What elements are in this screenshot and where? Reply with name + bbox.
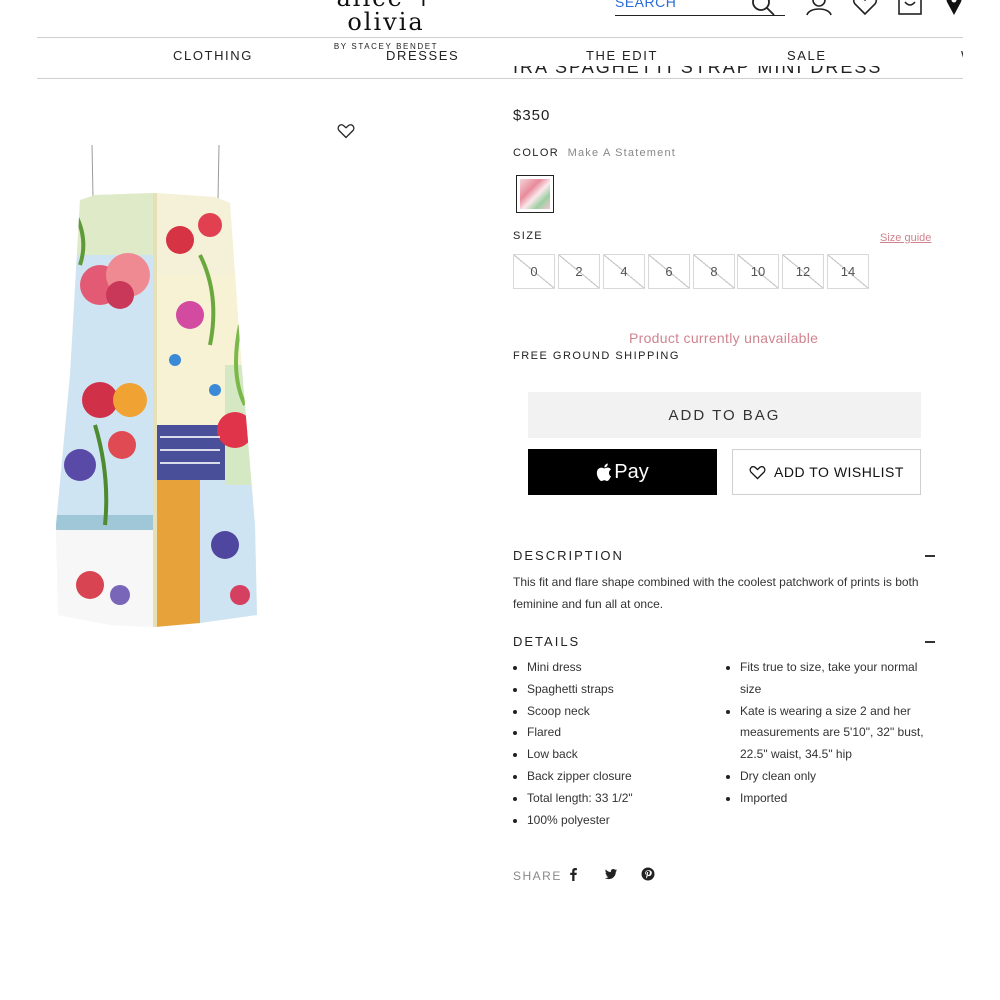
details-collapse-toggle[interactable] xyxy=(925,641,935,643)
color-swatch[interactable] xyxy=(516,175,554,213)
location-pin-icon[interactable] xyxy=(944,0,964,16)
size-option-14[interactable]: 14 xyxy=(827,254,869,289)
list-item: Scoop neck xyxy=(513,701,703,723)
details-list-left: Mini dress Spaghetti straps Scoop neck F… xyxy=(513,657,703,831)
account-icon[interactable] xyxy=(806,0,832,16)
add-to-bag-button[interactable]: ADD TO BAG xyxy=(528,392,921,438)
logo-wordmark: alice + olivia xyxy=(336,0,433,36)
color-swatch-pattern xyxy=(520,179,550,209)
size-option-0[interactable]: 0 xyxy=(513,254,555,289)
search-bar[interactable] xyxy=(615,0,785,16)
search-input[interactable] xyxy=(615,0,745,10)
list-item: Mini dress xyxy=(513,657,703,679)
size-option-12[interactable]: 12 xyxy=(782,254,824,289)
size-option-8[interactable]: 8 xyxy=(693,254,735,289)
favorite-heart-icon[interactable] xyxy=(337,123,355,139)
size-option-6[interactable]: 6 xyxy=(648,254,690,289)
size-option-2[interactable]: 2 xyxy=(558,254,600,289)
color-value: Make A Statement xyxy=(567,147,677,159)
color-row: COLOR Make A Statement xyxy=(513,147,676,159)
shipping-note: FREE GROUND SHIPPING xyxy=(513,350,680,362)
product-title: IRA SPAGHETTI STRAP MINI DRESS xyxy=(513,66,882,82)
search-icon[interactable] xyxy=(751,0,775,16)
size-label: SIZE xyxy=(513,230,544,242)
list-item: Imported xyxy=(726,788,938,810)
size-guide-link[interactable]: Size guide xyxy=(880,232,931,244)
list-item: Spaghetti straps xyxy=(513,679,703,701)
list-item: Total length: 33 1/2" xyxy=(513,788,703,810)
description-heading[interactable]: DESCRIPTION xyxy=(513,548,624,563)
list-item: Fits true to size, take your normal size xyxy=(726,657,938,701)
unavailable-message: Product currently unavailable xyxy=(629,330,819,346)
heart-outline-icon xyxy=(749,465,766,480)
product-image[interactable] xyxy=(50,145,265,630)
list-item: Kate is wearing a size 2 and her measure… xyxy=(726,701,938,766)
nav-w-truncated[interactable]: W xyxy=(961,48,963,63)
shopping-bag-icon[interactable] xyxy=(897,0,923,16)
details-heading[interactable]: DETAILS xyxy=(513,634,580,649)
apple-pay-label: Pay xyxy=(614,460,649,483)
size-option-10[interactable]: 10 xyxy=(737,254,779,289)
nav-the-edit[interactable]: THE EDIT xyxy=(586,48,658,63)
list-item: Low back xyxy=(513,744,703,766)
nav-clothing[interactable]: CLOTHING xyxy=(173,48,253,63)
twitter-icon[interactable] xyxy=(604,867,618,881)
facebook-icon[interactable] xyxy=(568,867,578,881)
list-item: 100% polyester xyxy=(513,810,703,832)
add-to-wishlist-button[interactable]: ADD TO WISHLIST xyxy=(732,449,921,495)
color-label: COLOR xyxy=(513,147,560,159)
details-list-right: Fits true to size, take your normal size… xyxy=(726,657,938,810)
add-to-wishlist-label: ADD TO WISHLIST xyxy=(774,464,904,480)
share-label: SHARE xyxy=(513,869,562,883)
heart-icon[interactable] xyxy=(852,0,878,16)
list-item: Flared xyxy=(513,722,703,744)
list-item: Back zipper closure xyxy=(513,766,703,788)
product-price: $350 xyxy=(513,107,551,124)
list-item: Dry clean only xyxy=(726,766,938,788)
nav-sale[interactable]: SALE xyxy=(787,48,827,63)
apple-pay-button[interactable]: Pay xyxy=(528,449,717,495)
apple-logo-icon xyxy=(597,463,612,481)
product-title-text: IRA SPAGHETTI STRAP MINI DRESS xyxy=(513,66,883,77)
description-collapse-toggle[interactable] xyxy=(925,555,935,557)
pinterest-icon[interactable] xyxy=(641,867,655,881)
nav-dresses[interactable]: DRESSES xyxy=(386,48,459,63)
description-text: This fit and flare shape combined with t… xyxy=(513,575,919,611)
size-option-4[interactable]: 4 xyxy=(603,254,645,289)
